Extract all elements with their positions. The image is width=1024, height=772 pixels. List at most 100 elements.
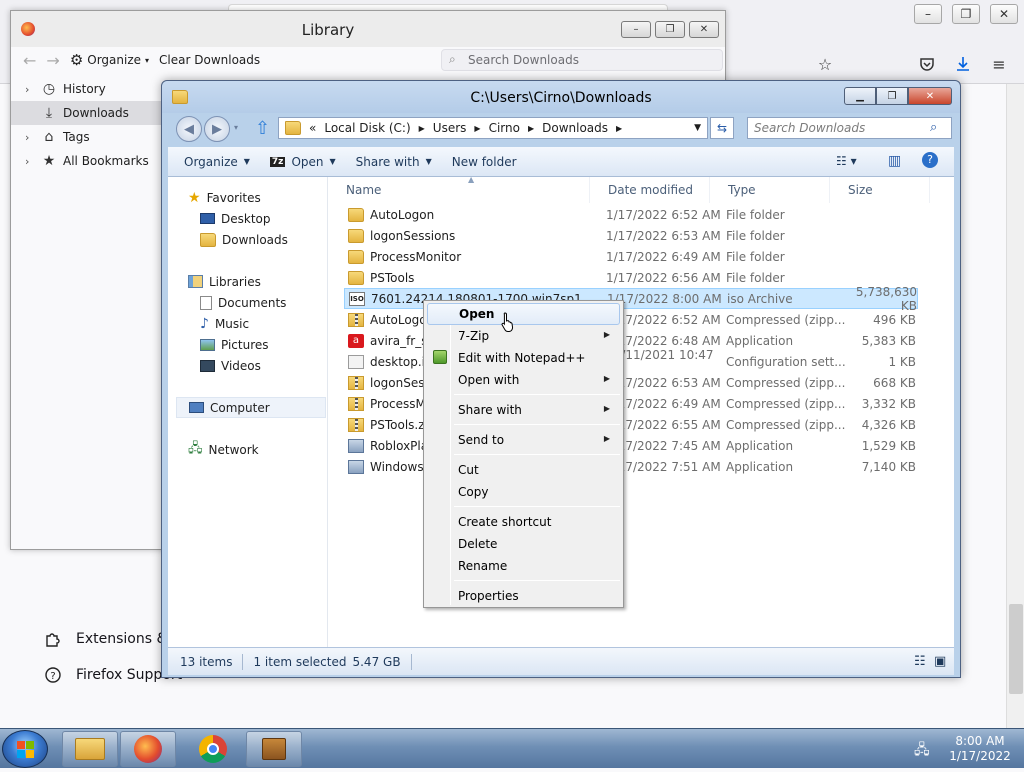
new-folder-button[interactable]: New folder <box>444 152 525 172</box>
extensions-item[interactable]: Extensions & <box>44 630 167 648</box>
menu-item-rename[interactable]: Rename <box>427 555 620 577</box>
address-overflow[interactable]: « <box>309 121 316 135</box>
avira-file-icon: a <box>348 333 364 348</box>
menu-item-edit-with-notepad-[interactable]: Edit with Notepad++ <box>427 347 620 369</box>
taskbar-clock[interactable]: 8:00 AM 1/17/2022 <box>940 734 1020 764</box>
bookmark-star-icon[interactable]: ☆ <box>812 51 838 77</box>
menu-item-cut[interactable]: Cut <box>427 459 620 481</box>
library-tree-item-all-bookmarks[interactable]: › ★ All Bookmarks <box>11 149 163 173</box>
help-icon[interactable]: ? <box>922 152 938 168</box>
taskbar-chrome[interactable] <box>185 731 241 767</box>
details-view-icon[interactable]: ☷ <box>914 654 926 669</box>
explorer-minimize-button[interactable]: ▁ <box>844 87 876 105</box>
nav-favorites[interactable]: ★ Favorites <box>188 187 326 208</box>
address-sep-icon[interactable]: ▶ <box>474 124 480 133</box>
taskbar-firefox[interactable] <box>120 731 176 767</box>
zip-file-icon <box>348 396 364 411</box>
large-icons-view-icon[interactable]: ▣ <box>934 654 946 669</box>
library-tree-item-history[interactable]: › ◷ History <box>11 77 163 101</box>
file-date: 1/17/2022 6:53 AM <box>606 228 721 243</box>
explorer-search-input[interactable]: Search Downloads <box>747 117 952 139</box>
nav-music[interactable]: ♪ Music <box>200 313 326 334</box>
taskbar-toolbox[interactable] <box>246 731 302 767</box>
library-tree-item-downloads[interactable]: ⤓ Downloads <box>11 101 163 125</box>
address-segment-downloads[interactable]: Downloads <box>542 121 608 135</box>
address-sep-icon[interactable]: ▶ <box>419 124 425 133</box>
file-row[interactable]: PSTools 1/17/2022 6:56 AM File folder <box>344 267 918 288</box>
organize-menu[interactable]: ⚙ Organize ▾ <box>70 51 149 69</box>
menu-item-create-shortcut[interactable]: Create shortcut <box>427 511 620 533</box>
share-with-button[interactable]: Share with ▼ <box>348 152 440 172</box>
nav-desktop[interactable]: Desktop <box>200 208 326 229</box>
taskbar-explorer[interactable] <box>62 731 118 767</box>
library-tree-item-tags[interactable]: › ⌂ Tags <box>11 125 163 149</box>
search-icon[interactable]: ⌕ <box>930 120 937 135</box>
hamburger-menu-icon[interactable]: ≡ <box>986 51 1012 77</box>
chevron-right-icon[interactable]: › <box>25 83 35 96</box>
download-icon[interactable] <box>950 51 976 77</box>
scrollbar-thumb[interactable] <box>1009 604 1023 694</box>
menu-item-delete[interactable]: Delete <box>427 533 620 555</box>
explorer-titlebar[interactable]: C:\Users\Cirno\Downloads ▁ ❐ ✕ <box>162 81 960 113</box>
restore-button[interactable]: ❐ <box>952 4 980 24</box>
menu-item-share-with[interactable]: Share with ▶ <box>427 399 620 421</box>
nav-videos[interactable]: Videos <box>200 355 326 376</box>
minimize-button[interactable]: – <box>914 4 942 24</box>
menu-item-send-to[interactable]: Send to ▶ <box>427 429 620 451</box>
address-sep-icon[interactable]: ▶ <box>528 124 534 133</box>
explorer-restore-button[interactable]: ❐ <box>876 87 908 105</box>
address-segment-cirno[interactable]: Cirno <box>489 121 520 135</box>
nav-pictures[interactable]: Pictures <box>200 334 326 355</box>
address-dropdown-icon[interactable]: ▼ <box>694 123 701 133</box>
forward-button[interactable]: ▶ <box>204 116 230 142</box>
menu-item-copy[interactable]: Copy <box>427 481 620 503</box>
address-bar[interactable]: « Local Disk (C:) ▶ Users ▶ Cirno ▶ Down… <box>278 117 708 139</box>
file-row[interactable]: logonSessions 1/17/2022 6:53 AM File folde… <box>344 225 918 246</box>
address-segment-users[interactable]: Users <box>433 121 467 135</box>
back-arrow-icon[interactable]: ← <box>23 51 36 70</box>
nav-documents[interactable]: Documents <box>200 292 326 313</box>
nav-documents-label: Documents <box>218 295 287 310</box>
library-close-button[interactable]: ✕ <box>689 21 719 38</box>
start-button[interactable] <box>2 730 48 768</box>
menu-item-label: Create shortcut <box>458 515 552 529</box>
library-minimize-button[interactable]: – <box>621 21 651 38</box>
nav-downloads[interactable]: Downloads <box>200 229 326 250</box>
pocket-icon[interactable] <box>914 51 940 77</box>
forward-arrow-icon[interactable]: → <box>46 51 59 70</box>
menu-item-open[interactable]: Open <box>427 303 620 325</box>
library-restore-button[interactable]: ❐ <box>655 21 685 38</box>
chevron-right-icon[interactable]: › <box>25 155 35 168</box>
file-name: PSTools <box>370 270 415 285</box>
file-name-cell: logonSessions <box>344 228 606 243</box>
close-button[interactable]: ✕ <box>990 4 1018 24</box>
zip-file-icon <box>348 375 364 390</box>
change-view-icon[interactable]: ☷ ▾ <box>836 154 857 168</box>
nav-libraries[interactable]: Libraries <box>188 271 326 292</box>
library-search-input[interactable]: Search Downloads <box>441 49 723 71</box>
file-row[interactable]: ProcessMonitor 1/17/2022 6:49 AM File fold… <box>344 246 918 267</box>
chevron-right-icon[interactable]: › <box>25 131 35 144</box>
open-button[interactable]: 7z Open ▼ <box>262 152 344 172</box>
zip-file-icon <box>348 312 364 327</box>
firefox-scrollbar[interactable] <box>1006 84 1024 728</box>
menu-item-open-with[interactable]: Open with ▶ <box>427 369 620 391</box>
address-segment-local-disk[interactable]: Local Disk (C:) <box>324 121 410 135</box>
recent-pages-chevron-icon[interactable]: ▾ <box>234 123 238 132</box>
organize-button[interactable]: Organize ▼ <box>176 152 258 172</box>
nav-desktop-label: Desktop <box>221 211 271 226</box>
back-button[interactable]: ◀ <box>176 116 202 142</box>
library-titlebar[interactable]: Library – ❐ ✕ <box>11 11 725 47</box>
refresh-icon[interactable]: ⇆ <box>710 117 734 139</box>
address-sep-icon[interactable]: ▶ <box>616 124 622 133</box>
up-arrow-icon[interactable]: ⇧ <box>255 118 270 139</box>
network-tray-icon[interactable]: 🖧 <box>914 739 930 763</box>
file-row[interactable]: AutoLogon 1/17/2022 6:52 AM File folder <box>344 204 918 225</box>
nav-computer[interactable]: Computer <box>176 397 326 418</box>
menu-item-properties[interactable]: Properties <box>427 585 620 607</box>
menu-item-7-zip[interactable]: 7-Zip ▶ <box>427 325 620 347</box>
clear-downloads-button[interactable]: Clear Downloads <box>159 53 260 67</box>
nav-network[interactable]: 🖧 Network <box>188 439 326 460</box>
preview-pane-icon[interactable]: ▥ <box>888 153 901 169</box>
explorer-close-button[interactable]: ✕ <box>908 87 952 105</box>
